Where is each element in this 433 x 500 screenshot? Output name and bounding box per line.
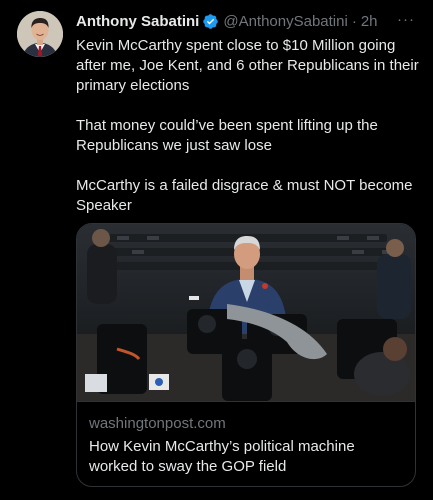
display-name[interactable]: Anthony Sabatini xyxy=(76,13,199,30)
more-options-icon[interactable]: ··· xyxy=(397,11,415,28)
link-preview-image[interactable] xyxy=(77,224,415,401)
link-domain: washingtonpost.com xyxy=(89,415,226,432)
tweet[interactable]: Anthony Sabatini @AnthonySabatini · 2h ·… xyxy=(0,0,433,500)
user-handle[interactable]: @AnthonySabatini xyxy=(223,13,347,30)
avatar[interactable] xyxy=(17,11,63,57)
timestamp[interactable]: 2h xyxy=(361,13,378,30)
tweet-text: Kevin McCarthy spent close to $10 Millio… xyxy=(76,36,421,236)
link-title[interactable]: How Kevin McCarthy’s political machine w… xyxy=(89,437,405,477)
link-preview-card[interactable]: washingtonpost.com How Kevin McCarthy’s … xyxy=(76,223,416,487)
tweet-header: Anthony Sabatini @AnthonySabatini · 2h ·… xyxy=(76,11,421,31)
tweet-paragraph: McCarthy is a failed disgrace & must NOT… xyxy=(76,177,413,214)
link-preview-info[interactable]: washingtonpost.com How Kevin McCarthy’s … xyxy=(77,401,415,486)
verified-badge-icon xyxy=(202,13,219,30)
tweet-paragraph: Kevin McCarthy spent close to $10 Millio… xyxy=(76,37,419,94)
separator-dot: · xyxy=(351,12,357,30)
tweet-paragraph: That money could’ve been spent lifting u… xyxy=(76,117,378,154)
